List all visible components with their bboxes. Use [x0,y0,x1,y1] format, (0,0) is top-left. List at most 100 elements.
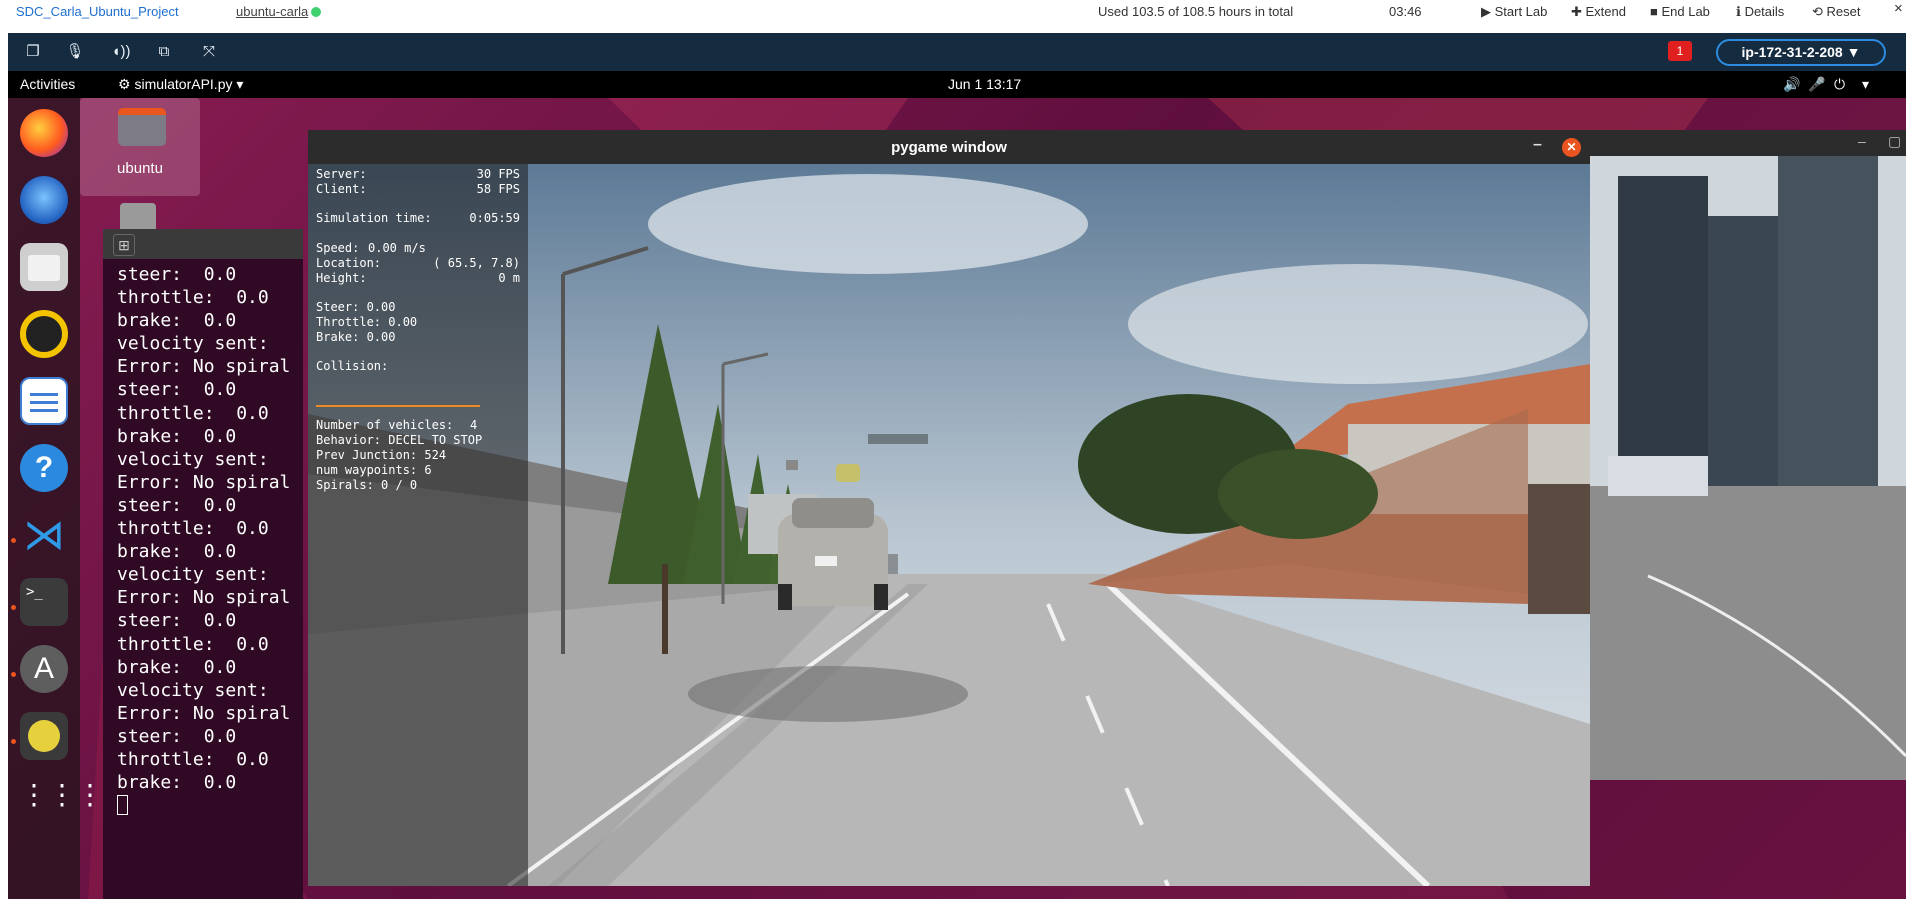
window-icon[interactable]: ❐ [22,41,44,63]
running-indicator [11,538,16,543]
usage-text: Used 103.5 of 108.5 hours in total [1098,4,1294,19]
close-page-button[interactable]: × [1894,0,1903,17]
software-updater-icon[interactable]: A [20,645,68,693]
remote-toolbar: ❐ 🎙 ◖)) ⧉ ⤧ 1 ip-172-31-2-208 ▼ [8,33,1906,71]
vscode-icon[interactable]: ⋊ [20,511,68,559]
thunderbird-icon[interactable] [20,176,68,224]
start-lab-button[interactable]: ▶ Start Lab [1481,4,1547,20]
hud-height-label: Height: [316,271,367,285]
dock: ? ⋊ >_ A ⋮⋮⋮ [8,98,104,899]
reset-button[interactable]: ⟲ Reset [1812,4,1860,20]
extend-button[interactable]: ✚ Extend [1571,4,1626,20]
terminal-line: brake: 0.0 [117,310,237,332]
minimize-icon[interactable]: – [1533,136,1542,154]
home-folder-icon[interactable]: ubuntu [80,98,200,196]
home-folder-label: ubuntu [117,160,163,177]
terminal-header: ⊞ [103,229,303,259]
carla-hud: Server: 30 FPS Client: 58 FPS Simulation… [308,164,528,886]
terminal-line: Error: No spiral [117,702,291,724]
hud-throttle: Throttle: 0.00 [316,315,418,329]
pygame-window[interactable]: pygame window – ✕ Server: 30 FPS Client:… [308,130,1590,886]
minimize-icon[interactable]: – [1858,133,1866,149]
system-menu-caret-icon[interactable]: ▾ [1862,76,1869,93]
hud-location-label: Location: [316,256,382,270]
hud-simtime-value: 0:05:59 [469,211,520,225]
running-indicator [11,605,16,610]
libreoffice-writer-icon[interactable] [20,377,68,425]
show-applications-icon[interactable]: ⋮⋮⋮ [20,771,104,819]
app-menu[interactable]: ⚙ simulatorAPI.py ▾ [118,76,243,93]
hud-behavior: Behavior: DECEL TO STOP [316,433,483,447]
pygame-titlebar: pygame window – ✕ [308,130,1590,164]
activities-button[interactable]: Activities [20,76,75,92]
vm-status-dot [311,7,322,17]
power-icon[interactable]: ⏻ [1834,76,1845,93]
terminal-window[interactable]: ⊞ steer: 0.0 throttle: 0.0 brake: 0.0 ve… [103,229,303,899]
city-view [1588,156,1906,780]
terminal-line: velocity sent: [117,333,269,355]
clipboard-icon[interactable]: ⧉ [153,41,175,63]
timer-text: 03:46 [1389,4,1422,19]
terminal-line: brake: 0.0 [117,772,237,794]
info-icon: ℹ [1736,4,1745,19]
notification-badge[interactable]: 1 [1668,41,1692,61]
terminal-line: brake: 0.0 [117,425,237,447]
pygame-title: pygame window [891,139,1007,156]
terminal-line: velocity sent: [117,679,269,701]
plus-icon: ✚ [1571,4,1586,19]
speaker-icon[interactable]: ◖)) [110,41,132,63]
hud-waypoints: num waypoints: 6 [316,463,432,477]
hud-vehicles-label: Number of vehicles: [316,418,454,432]
help-icon[interactable]: ? [20,444,68,492]
hud-speed-value: 0.00 m/s [368,241,426,255]
app-menu-label: simulatorAPI.py [134,76,233,92]
gnome-top-bar: Activities ⚙ simulatorAPI.py ▾ Jun 1 13:… [8,71,1906,98]
hud-server-value: 30 FPS [476,167,520,181]
fullscreen-icon[interactable]: ⤧ [198,41,220,63]
terminal-icon[interactable]: >_ [20,578,68,626]
project-link[interactable]: SDC_Carla_Ubuntu_Project [16,4,179,19]
new-tab-icon[interactable]: ⊞ [113,234,135,256]
host-label: ip-172-31-2-208 [1741,44,1843,60]
caret-down-icon: ▾ [232,76,244,92]
terminal-line: Error: No spiral [117,471,291,493]
hud-speed-label: Speed: [316,241,360,255]
terminal-line: throttle: 0.0 [117,748,269,770]
end-lab-button[interactable]: ■ End Lab [1650,4,1710,19]
files-icon[interactable] [20,243,68,291]
details-button[interactable]: ℹ Details [1736,4,1784,20]
clock[interactable]: Jun 1 13:17 [948,76,1021,92]
carla-server-titlebar: – ▢ [1588,130,1906,156]
terminal-line: steer: 0.0 [117,725,237,747]
microphone-status-icon[interactable]: 🎤 [1808,76,1825,93]
vm-tab-label: ubuntu-carla [236,4,309,19]
terminal-line: Error: No spiral [117,356,291,378]
terminal-line: throttle: 0.0 [117,518,269,540]
carla-app-icon[interactable] [20,712,68,760]
close-icon[interactable]: ✕ [1562,138,1581,157]
rhythmbox-icon[interactable] [20,310,68,358]
microphone-icon[interactable]: 🎙 [64,41,86,63]
terminal-line: steer: 0.0 [117,264,237,285]
details-label: Details [1744,4,1785,19]
play-icon: ▶ [1481,4,1495,19]
caret-down-icon: ▼ [1846,44,1861,60]
carla-server-window[interactable]: – ▢ [1588,130,1906,780]
host-dropdown[interactable]: ip-172-31-2-208 ▼ [1716,39,1886,66]
terminal-line: velocity sent: [117,564,269,586]
terminal-line: throttle: 0.0 [117,402,269,424]
app-icon: ⚙ [118,76,135,92]
end-lab-label: End Lab [1661,4,1710,19]
running-indicator [11,672,16,677]
vm-tab[interactable]: ubuntu-carla [236,4,322,19]
reset-label: Reset [1826,4,1861,19]
terminal-output: steer: 0.0 throttle: 0.0 brake: 0.0 velo… [117,263,290,817]
volume-icon[interactable]: 🔊 [1783,76,1800,93]
hud-vehicles-value: 4 [470,418,478,432]
terminal-cursor [117,795,128,816]
running-indicator [11,739,16,744]
hud-height-value: 0 m [498,271,520,285]
maximize-icon[interactable]: ▢ [1888,133,1901,150]
hud-brake: Brake: 0.00 [316,330,396,344]
firefox-icon[interactable] [20,109,68,157]
